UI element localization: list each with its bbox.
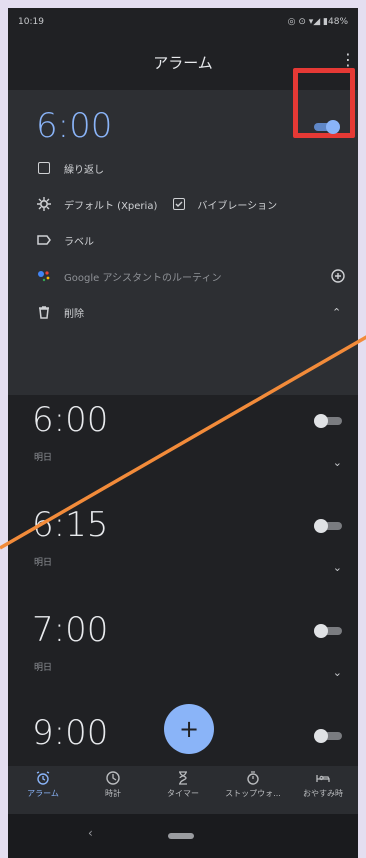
repeat-row[interactable]: 繰り返し xyxy=(36,158,104,178)
sound-row[interactable]: デフォルト (Xperia) バイブレーション xyxy=(36,194,277,214)
back-icon[interactable]: ‹ xyxy=(88,826,93,840)
assistant-label: Google アシスタントのルーティン xyxy=(64,272,222,284)
tab-bedtime[interactable]: おやすみ時 xyxy=(289,766,357,814)
tab-label: おやすみ時 xyxy=(303,789,343,798)
tab-label: ストップウォ... xyxy=(225,789,281,798)
tab-label: 時計 xyxy=(105,789,121,798)
alarm-time-expanded[interactable]: 6:00 xyxy=(36,106,112,146)
alarm-item[interactable]: 7:00 明日 ⌄ xyxy=(8,610,358,720)
tab-stopwatch[interactable]: ストップウォ... xyxy=(219,766,287,814)
add-alarm-button[interactable]: + xyxy=(164,704,214,754)
tab-clock[interactable]: 時計 xyxy=(79,766,147,814)
vibrate-checkbox[interactable] xyxy=(171,196,187,212)
delete-label: 削除 xyxy=(64,308,84,320)
alarm-time[interactable]: 6:15 xyxy=(32,505,108,545)
alarm-day: 明日 xyxy=(34,558,53,568)
system-navigation-bar: ‹ xyxy=(8,814,358,858)
bottom-navigation: アラーム 時計 タイマー ストップウォ... おやすみ時 xyxy=(8,766,358,814)
hourglass-icon xyxy=(179,771,187,785)
phone-screen: 10:19 ◎ ⊙ ▾◢ ▮48% アラーム ⋮ 6:00 繰り返し デフォルト… xyxy=(8,8,358,858)
label-tag-icon xyxy=(36,232,52,248)
alarm-time[interactable]: 6:00 xyxy=(32,400,108,440)
delete-row[interactable]: 削除 xyxy=(36,302,84,322)
status-icons: ◎ ⊙ ▾◢ ▮48% xyxy=(287,17,348,27)
alarm-toggle[interactable] xyxy=(314,414,344,428)
plus-icon: + xyxy=(178,715,200,743)
status-time: 10:19 xyxy=(18,17,44,27)
status-bar: 10:19 ◎ ⊙ ▾◢ ▮48% xyxy=(8,8,358,36)
repeat-label: 繰り返し xyxy=(64,164,104,176)
alarm-item[interactable]: 6:00 明日 ⌄ xyxy=(8,400,358,510)
alarm-toggle[interactable] xyxy=(314,624,344,638)
alarm-icon xyxy=(36,771,50,785)
trash-icon xyxy=(36,304,52,320)
tab-timer[interactable]: タイマー xyxy=(149,766,217,814)
collapse-chevron-icon[interactable]: ⌃ xyxy=(332,306,341,319)
expand-chevron-icon[interactable]: ⌄ xyxy=(333,456,342,469)
repeat-checkbox[interactable] xyxy=(36,160,52,176)
sound-label: デフォルト (Xperia) xyxy=(64,200,158,212)
expand-chevron-icon[interactable]: ⌄ xyxy=(333,666,342,679)
bell-icon xyxy=(36,196,52,212)
more-options-icon[interactable]: ⋮ xyxy=(340,52,356,68)
alarm-day: 明日 xyxy=(34,453,53,463)
alarm-time[interactable]: 9:00 xyxy=(32,713,108,753)
add-routine-icon[interactable] xyxy=(330,268,346,284)
alarm-toggle[interactable] xyxy=(314,729,344,743)
expand-chevron-icon[interactable]: ⌄ xyxy=(333,561,342,574)
alarm-toggle[interactable] xyxy=(314,519,344,533)
alarm-day: 明日 xyxy=(34,663,53,673)
label-row[interactable]: ラベル xyxy=(36,230,94,250)
stopwatch-icon xyxy=(247,771,259,785)
home-indicator[interactable] xyxy=(168,833,194,839)
bed-icon xyxy=(316,775,330,782)
alarm-toggle-expanded[interactable] xyxy=(310,120,340,134)
tab-label: アラーム xyxy=(27,789,59,798)
clock-icon xyxy=(106,771,120,785)
tab-alarm[interactable]: アラーム xyxy=(9,766,77,814)
vibrate-label: バイブレーション xyxy=(197,200,278,212)
label-placeholder: ラベル xyxy=(64,236,94,248)
alarm-item[interactable]: 6:15 明日 ⌄ xyxy=(8,505,358,615)
tab-label: タイマー xyxy=(167,789,199,798)
alarm-time[interactable]: 7:00 xyxy=(32,610,108,650)
assistant-row[interactable]: Google アシスタントのルーティン xyxy=(36,266,336,286)
expanded-alarm-card[interactable]: 6:00 繰り返し デフォルト (Xperia) バイブレーション ラベル Go… xyxy=(8,68,358,395)
google-assistant-icon xyxy=(36,268,52,284)
